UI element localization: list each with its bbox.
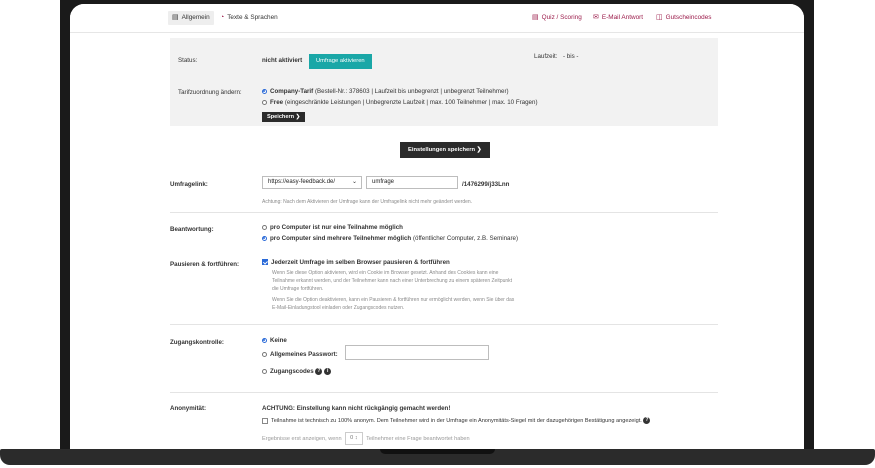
chevron-right-icon: ❯ — [476, 147, 482, 153]
tab-email-response[interactable]: ✉ E-Mail Antwort — [593, 11, 643, 25]
answering-multiple-radio[interactable] — [262, 235, 267, 241]
globe-icon: ◔ — [220, 13, 225, 21]
anonymity-checkbox-label: Teilnahme ist technisch zu 100% anonym. … — [271, 417, 642, 424]
access-password-radio[interactable] — [262, 351, 267, 357]
runtime-value: - bis - — [563, 53, 579, 60]
tariff-free-name: Free — [270, 99, 284, 106]
tariff-company-name: Company-Tarif — [270, 88, 314, 95]
chevron-right-icon: ❯ — [295, 114, 301, 120]
access-label: Zugangskontrolle: — [170, 339, 224, 346]
pause-checkbox-row[interactable]: Jederzeit Umfrage im selben Browser paus… — [262, 259, 450, 266]
pause-desc1-line3: die Umfrage fortführen. — [272, 286, 324, 292]
answering-single-radio[interactable] — [262, 224, 267, 230]
gift-icon: ◫ — [656, 13, 663, 21]
tab-general-label: Allgemein — [181, 14, 210, 21]
access-none-label: Keine — [270, 337, 287, 344]
list-icon: ▤ — [172, 13, 179, 21]
results-threshold-value: 0 — [350, 435, 354, 441]
access-none-radio[interactable] — [262, 337, 267, 343]
save-settings-button[interactable]: Einstellungen speichern ❯ — [400, 142, 490, 158]
answering-option-multiple[interactable]: pro Computer sind mehrere Teilnehmer mög… — [262, 235, 518, 242]
password-input[interactable] — [345, 345, 489, 360]
tab-vouchers-label: Gutscheincodes — [665, 14, 712, 21]
survey-link-note: Achtung: Nach dem Aktivieren der Umfrage… — [262, 199, 473, 205]
runtime-label: Laufzeit: — [534, 53, 558, 60]
pause-label: Pausieren & fortführen: — [170, 261, 240, 268]
answering-multiple-label: pro Computer sind mehrere Teilnehmer mög… — [270, 235, 412, 242]
tab-texts-languages[interactable]: ◔ Texte & Sprachen — [220, 11, 278, 25]
survey-link-label: Umfragelink: — [170, 181, 208, 188]
results-suffix: Teilnehmer eine Frage beantwortet haben — [366, 435, 470, 442]
envelope-icon: ✉ — [593, 13, 599, 21]
divider — [170, 392, 718, 393]
results-threshold-row: Ergebnisse erst anzeigen, wenn 0 ↕ Teiln… — [262, 432, 470, 445]
results-prefix: Ergebnisse erst anzeigen, wenn — [262, 435, 342, 442]
pause-checkbox[interactable] — [262, 259, 268, 266]
chart-icon: ▤ — [532, 13, 539, 21]
status-panel: Status: nicht aktiviert Umfrage aktivier… — [170, 38, 718, 126]
status-value: nicht aktiviert — [262, 57, 303, 64]
divider — [170, 212, 718, 213]
pause-desc2-line1: Wenn Sie die Option deaktivieren, kann e… — [272, 297, 515, 303]
tariff-free-detail: (eingeschränkte Leistungen | Unbegrenzte… — [284, 99, 538, 106]
divider — [170, 324, 718, 325]
answering-single-label: pro Computer ist nur eine Teilnahme mögl… — [270, 224, 403, 231]
survey-link-suffix: /1476299/j33Lnn — [462, 181, 510, 188]
tariff-company-radio[interactable] — [262, 88, 267, 94]
tab-texts-label: Texte & Sprachen — [227, 14, 278, 21]
tariff-save-button[interactable]: Speichern ❯ — [262, 112, 306, 122]
survey-domain-select[interactable]: https://easy-feedback.de/ ⌄ — [262, 176, 362, 189]
tab-voucher-codes[interactable]: ◫ Gutscheincodes — [656, 11, 711, 25]
tariff-option-company[interactable]: Company-Tarif (Bestell-Nr.: 378603 | Lau… — [262, 88, 509, 95]
survey-slug-input[interactable]: umfrage — [366, 176, 458, 189]
anonymity-label: Anonymität: — [170, 405, 207, 412]
activate-survey-button[interactable]: Umfrage aktivieren — [309, 54, 372, 69]
answering-option-single[interactable]: pro Computer ist nur eine Teilnahme mögl… — [262, 224, 403, 231]
tariff-option-free[interactable]: Free (eingeschränkte Leistungen | Unbegr… — [262, 99, 538, 106]
tab-email-label: E-Mail Antwort — [601, 14, 644, 21]
tariff-free-radio[interactable] — [262, 99, 267, 105]
pause-desc1-line1: Wenn Sie diese Option aktivieren, wird e… — [272, 270, 499, 276]
pause-checkbox-label: Jederzeit Umfrage im selben Browser paus… — [271, 259, 450, 266]
access-codes-radio[interactable] — [262, 369, 267, 374]
answering-multiple-detail: (öffentlicher Computer, z.B. Seminare) — [412, 235, 519, 242]
tariff-label: Tarifzuordnung ändern: — [178, 89, 242, 96]
tab-quiz-scoring[interactable]: ▤ Quiz / Scoring — [532, 11, 582, 25]
status-label: Status: — [178, 57, 198, 64]
survey-domain-value: https://easy-feedback.de/ — [268, 179, 336, 185]
help-icon[interactable]: ? — [643, 417, 651, 424]
results-threshold-stepper[interactable]: 0 ↕ — [345, 432, 363, 445]
tariff-company-detail: (Bestell-Nr.: 378603 | Laufzeit bis unbe… — [314, 88, 509, 95]
anonymity-checkbox[interactable] — [262, 417, 268, 424]
anonymity-warning: ACHTUNG: Einstellung kann nicht rückgäng… — [262, 405, 451, 412]
access-option-password[interactable]: Allgemeines Passwort: — [262, 351, 338, 358]
tab-quiz-label: Quiz / Scoring — [541, 14, 582, 21]
chevron-down-icon: ⌄ — [351, 179, 357, 185]
help-icon[interactable]: ? — [315, 368, 323, 375]
screen: ▤ Allgemein ◔ Texte & Sprachen ▤ Quiz / Sco… — [70, 4, 804, 449]
tab-general[interactable]: ▤ Allgemein — [168, 11, 214, 25]
device-notch — [380, 449, 495, 454]
access-password-label: Allgemeines Passwort: — [270, 351, 338, 358]
survey-slug-value: umfrage — [372, 179, 395, 185]
save-settings-label: Einstellungen speichern — [408, 147, 476, 153]
answering-label: Beantwortung: — [170, 226, 214, 233]
access-codes-label: Zugangscodes — [270, 368, 314, 376]
info-icon[interactable]: i — [324, 368, 332, 375]
stepper-arrows-icon: ↕ — [354, 435, 358, 441]
settings-tab-bar: ▤ Allgemein ◔ Texte & Sprachen ▤ Quiz / Sco… — [70, 4, 804, 33]
access-option-codes[interactable]: Zugangscodes ? i — [262, 368, 332, 376]
pause-desc1-line2: Teilnahme erkannt werden, und der Teilne… — [272, 278, 513, 284]
access-option-none[interactable]: Keine — [262, 337, 287, 344]
tariff-save-label: Speichern — [267, 114, 295, 120]
pause-desc2-line2: E-Mail-Einladungstool einladen oder Zuga… — [272, 305, 405, 311]
anonymity-checkbox-row[interactable]: Teilnahme ist technisch zu 100% anonym. … — [262, 417, 651, 424]
